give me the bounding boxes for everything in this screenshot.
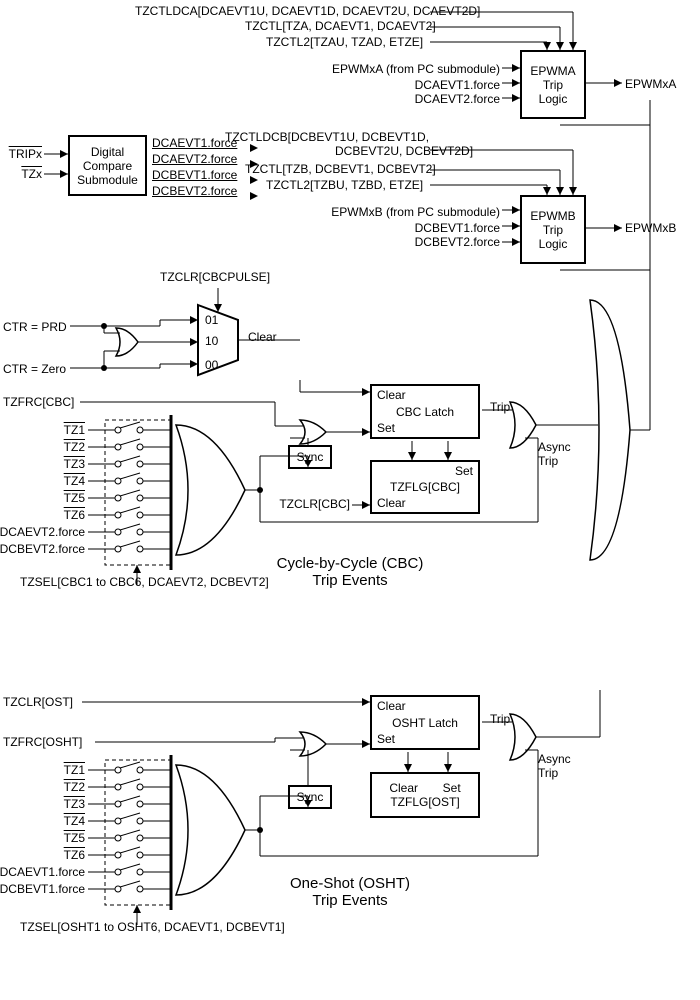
dc-wires: [0, 130, 270, 210]
osht-wires: [0, 690, 700, 940]
